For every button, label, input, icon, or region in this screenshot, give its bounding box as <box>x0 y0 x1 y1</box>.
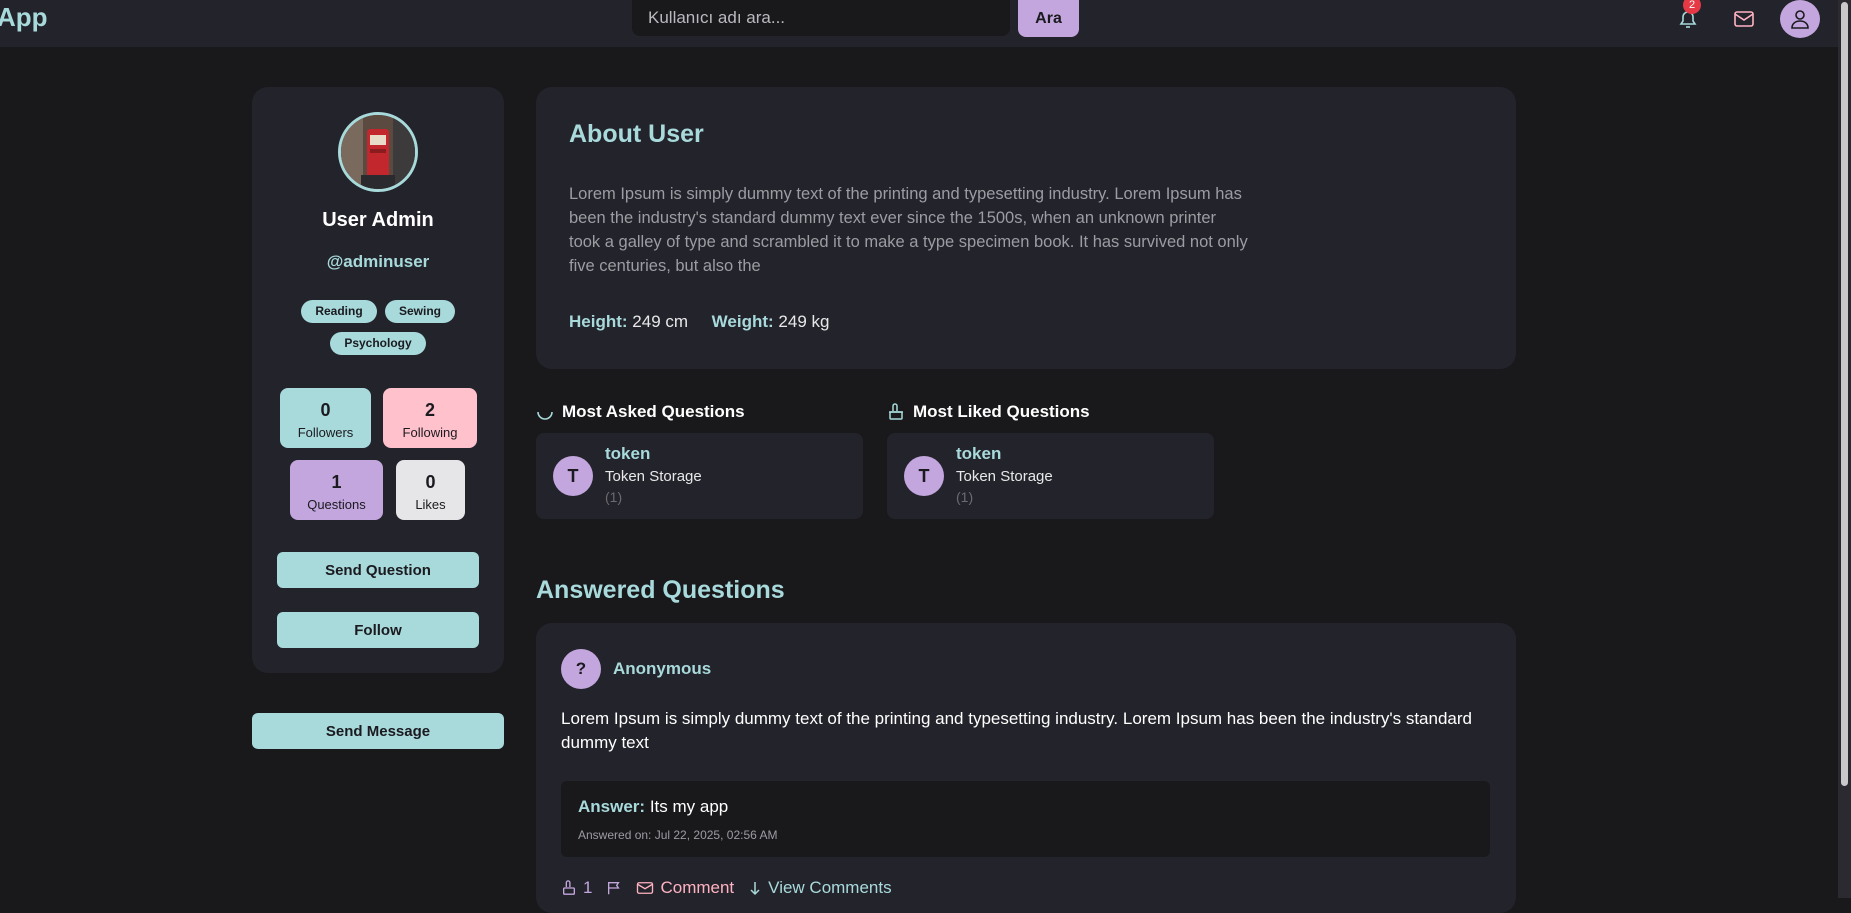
answer-line: Answer: Its my app <box>578 797 728 817</box>
like-icon <box>889 403 903 420</box>
question-title[interactable]: token <box>605 444 650 464</box>
followers-label: Followers <box>297 425 354 440</box>
interest-tag: Sewing <box>385 300 455 323</box>
question-count: (1) <box>605 489 623 505</box>
most-asked-title: Most Asked Questions <box>562 402 745 421</box>
spinner-icon <box>537 411 553 420</box>
messages-icon[interactable] <box>1731 6 1757 32</box>
following-count: 2 <box>424 400 435 420</box>
profile-name: User Admin <box>322 209 434 231</box>
view-comments-label: View Comments <box>768 878 892 897</box>
top-navbar: App Ara 2 <box>0 0 1838 47</box>
weight-label: Weight: <box>711 312 774 331</box>
search-button[interactable]: Ara <box>1018 0 1079 37</box>
following-stat[interactable]: 2 Following <box>383 388 477 448</box>
chevron-down-icon <box>750 882 760 896</box>
interest-tag: Reading <box>301 300 377 323</box>
questions-count: 1 <box>331 472 342 492</box>
body-metrics: Height: 249 cm Weight: 249 kg <box>569 312 829 332</box>
question-title[interactable]: token <box>956 444 1001 464</box>
most-liked-title: Most Liked Questions <box>913 402 1090 421</box>
most-liked-heading: Most Liked Questions <box>887 402 1090 422</box>
profile-avatar <box>338 112 418 192</box>
likes-label: Likes <box>415 497 446 512</box>
send-question-button[interactable]: Send Question <box>277 552 479 588</box>
send-message-button[interactable]: Send Message <box>252 713 504 749</box>
like-count: 1 <box>583 878 593 897</box>
report-action[interactable] <box>606 880 622 896</box>
comment-action[interactable]: Comment <box>636 878 734 898</box>
view-comments-action[interactable]: View Comments <box>748 878 892 898</box>
most-asked-item[interactable]: T token Token Storage (1) <box>536 433 863 519</box>
questions-stat[interactable]: 1 Questions <box>290 460 383 520</box>
user-search-input[interactable] <box>632 0 1010 36</box>
question-avatar: T <box>904 456 944 496</box>
likes-stat[interactable]: 0 Likes <box>396 460 465 520</box>
like-icon <box>563 880 575 895</box>
comment-label: Comment <box>660 878 735 897</box>
answer-label: Answer: <box>578 797 646 816</box>
question-avatar: T <box>553 456 593 496</box>
height-label: Height: <box>569 312 628 331</box>
question-subtitle: Token Storage <box>605 468 702 485</box>
questions-label: Questions <box>307 497 366 512</box>
anonymous-avatar: ? <box>561 649 601 689</box>
question-subtitle: Token Storage <box>956 468 1053 485</box>
followers-count: 0 <box>320 400 331 420</box>
weight-value: 249 kg <box>778 312 830 331</box>
followers-stat[interactable]: 0 Followers <box>280 388 371 448</box>
mail-icon <box>637 882 654 894</box>
question-author: Anonymous <box>613 659 712 678</box>
answer-text: Its my app <box>649 797 729 816</box>
interest-tag: Psychology <box>330 332 426 355</box>
user-menu-avatar[interactable] <box>1780 0 1820 38</box>
about-title: About User <box>569 120 704 148</box>
most-asked-heading: Most Asked Questions <box>536 402 745 422</box>
flag-icon <box>608 882 621 895</box>
most-liked-item[interactable]: T token Token Storage (1) <box>887 433 1214 519</box>
about-card: About User Lorem Ipsum is simply dummy t… <box>536 87 1516 369</box>
answer-box: Answer: Its my app Answered on: Jul 22, … <box>561 781 1490 857</box>
like-action[interactable]: 1 <box>561 878 592 898</box>
likes-count: 0 <box>425 472 436 492</box>
question-count: (1) <box>956 489 974 505</box>
answered-question-card: ? Anonymous Lorem Ipsum is simply dummy … <box>536 623 1516 913</box>
follow-button[interactable]: Follow <box>277 612 479 648</box>
height-value: 249 cm <box>632 312 689 331</box>
following-label: Following <box>402 425 458 440</box>
answered-on: Answered on: Jul 22, 2025, 02:56 AM <box>578 828 778 842</box>
user-icon <box>1791 10 1809 29</box>
about-text: Lorem Ipsum is simply dummy text of the … <box>569 185 1248 275</box>
scrollbar-thumb[interactable] <box>1841 2 1848 786</box>
answer-actions: 1 Comment View Comments <box>561 878 906 898</box>
question-text: Lorem Ipsum is simply dummy text of the … <box>561 709 1472 752</box>
page-scrollbar[interactable] <box>1838 0 1851 898</box>
brand-logo[interactable]: App <box>0 2 48 33</box>
answered-questions-title: Answered Questions <box>536 576 785 604</box>
profile-card: User Admin @adminuser Reading Sewing Psy… <box>252 87 504 673</box>
profile-handle: @adminuser <box>326 252 430 271</box>
